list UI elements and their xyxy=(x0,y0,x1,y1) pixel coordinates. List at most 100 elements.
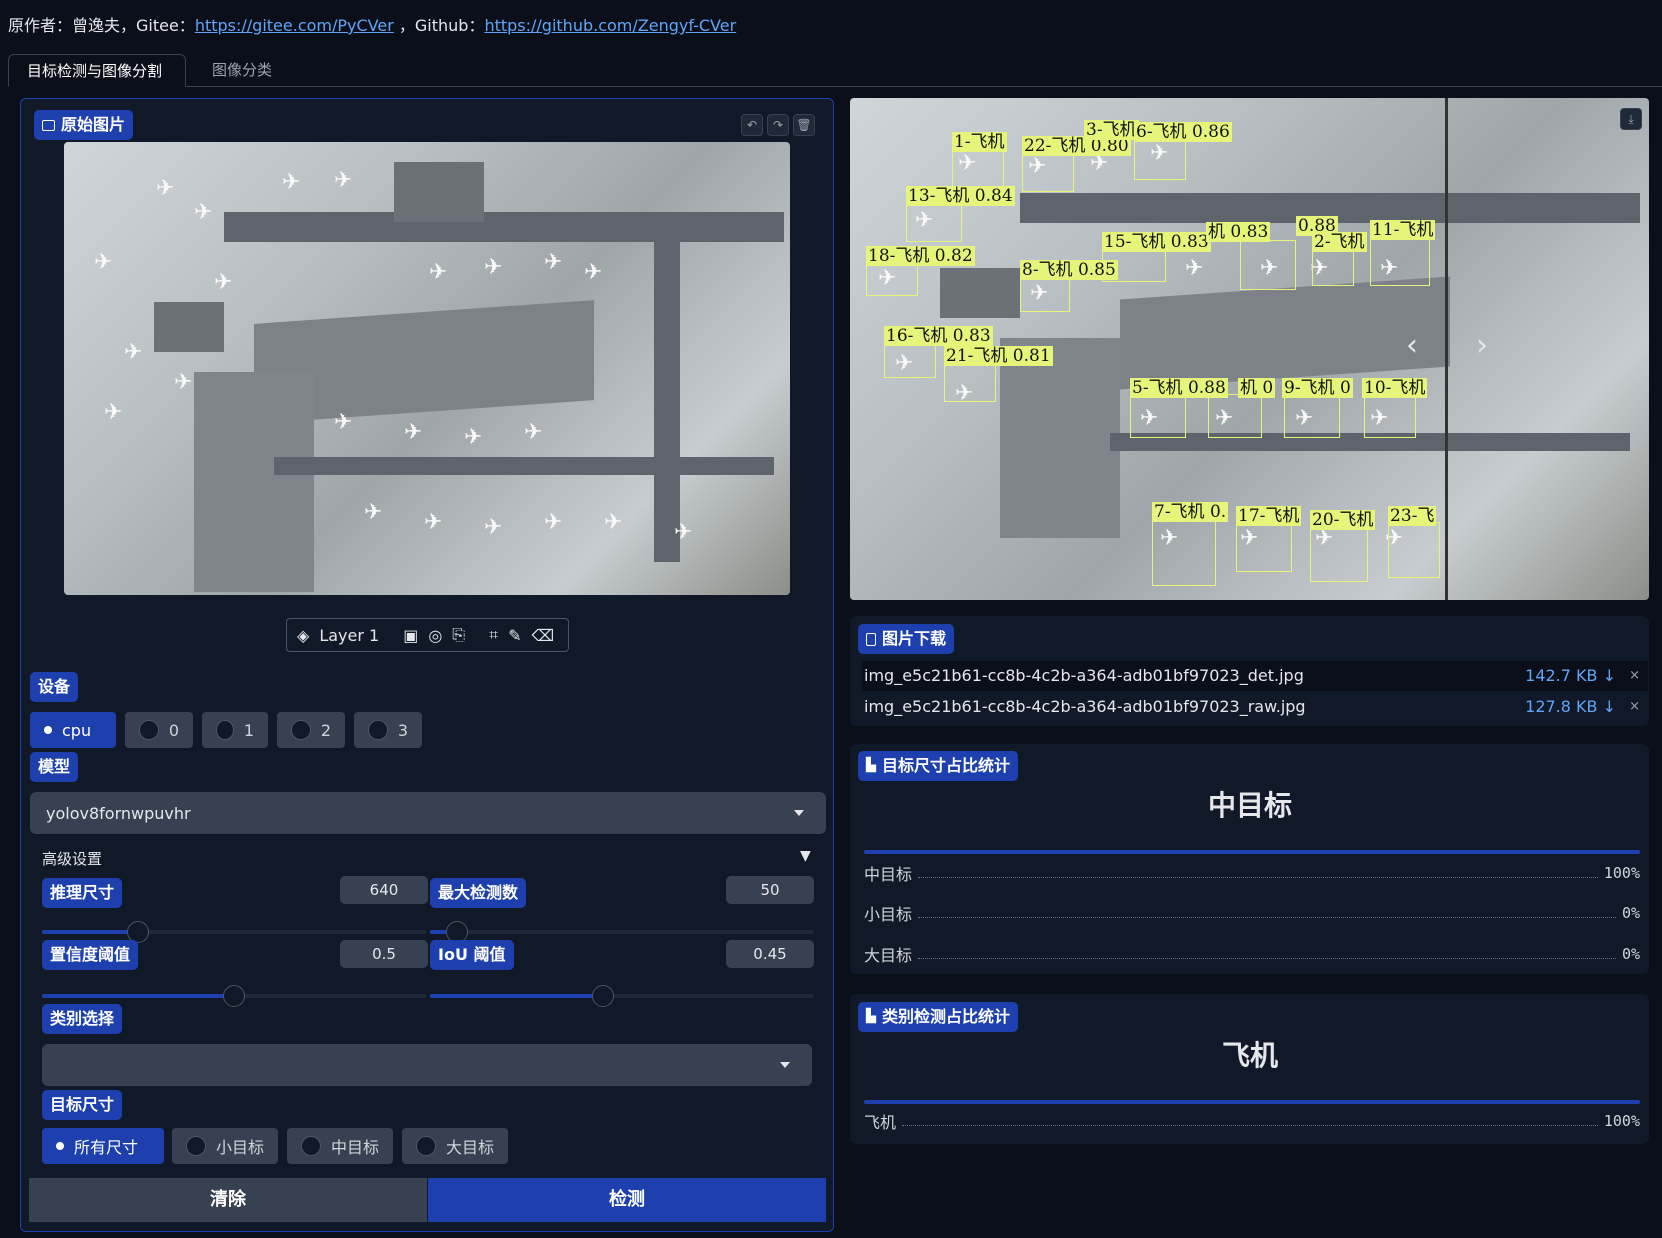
detection-label: 6-飞机 0.86 xyxy=(1134,122,1232,142)
tab-image-classification[interactable]: 图像分类 xyxy=(194,54,290,87)
crop-icon[interactable]: ⌗ xyxy=(489,625,498,645)
stat-pct: 0% xyxy=(1621,945,1640,963)
stat-name: 小目标 xyxy=(864,905,913,924)
gitee-link[interactable]: https://gitee.com/PyCVer xyxy=(195,16,394,35)
class-stats-top: 飞机 xyxy=(1221,1039,1278,1072)
image-editor-toolbar: ◈ Layer 1 ▣ ◎ ⎘ ⌗ ✎ ⌫ xyxy=(286,618,569,652)
confidence-bar xyxy=(864,1100,1640,1104)
device-option-2[interactable]: 2 xyxy=(277,712,345,748)
radio-dot xyxy=(56,1142,64,1150)
infer-size-slider[interactable] xyxy=(42,921,426,943)
detection-label: 机 0 xyxy=(1238,378,1276,398)
prev-arrow-icon[interactable]: ‹ xyxy=(1406,328,1418,363)
webcam-icon[interactable]: ◎ xyxy=(428,626,442,645)
detection-label: 16-飞机 0.83 xyxy=(884,326,993,346)
file-name[interactable]: img_e5c21b61-cc8b-4c2b-a364-adb01bf97023… xyxy=(862,697,1306,716)
slider-knob[interactable] xyxy=(223,985,245,1007)
conf-slider[interactable] xyxy=(42,985,426,1007)
file-row[interactable]: img_e5c21b61-cc8b-4c2b-a364-adb01bf97023… xyxy=(862,661,1648,691)
bbox xyxy=(1310,526,1368,582)
bbox xyxy=(1388,522,1440,578)
bbox xyxy=(952,148,1004,188)
radio-dot xyxy=(291,720,311,740)
infer-size-input[interactable]: 640 xyxy=(340,876,428,904)
detect-button[interactable]: 检测 xyxy=(428,1178,826,1222)
stat-leader xyxy=(918,949,1616,959)
eraser-icon[interactable]: ⌫ xyxy=(532,626,555,645)
model-dropdown[interactable]: yolov8fornwpuvhr xyxy=(30,792,826,834)
clear-button[interactable]: 清除 xyxy=(29,1178,427,1222)
close-icon[interactable]: × xyxy=(1629,661,1640,691)
trash-icon[interactable]: 🗑 xyxy=(793,114,815,136)
upload-image-icon[interactable]: ▣ xyxy=(403,626,418,645)
file-row[interactable]: img_e5c21b61-cc8b-4c2b-a364-adb01bf97023… xyxy=(862,692,1648,722)
chart-icon: ▙ xyxy=(866,758,876,773)
chevron-down-icon xyxy=(780,1062,790,1068)
paste-icon[interactable]: ⎘ xyxy=(452,625,465,645)
detection-label: 10-飞机 xyxy=(1362,378,1428,398)
class-select-dropdown[interactable] xyxy=(42,1044,812,1086)
bbox xyxy=(906,202,962,242)
infer-size-label: 推理尺寸 xyxy=(42,878,123,908)
device-option-3[interactable]: 3 xyxy=(354,712,422,748)
layer-label[interactable]: Layer 1 xyxy=(319,626,379,645)
github-link[interactable]: https://github.com/Zengyf-CVer xyxy=(484,16,736,35)
slider-knob[interactable] xyxy=(591,985,614,1007)
conf-input[interactable]: 0.5 xyxy=(340,940,428,968)
target-size-option-medium[interactable]: 中目标 xyxy=(287,1128,393,1164)
detection-label: 2-飞机 xyxy=(1312,232,1367,252)
max-det-label: 最大检测数 xyxy=(430,878,527,908)
input-image-label: 原始图片 xyxy=(34,110,134,140)
device-option-0[interactable]: 0 xyxy=(125,712,193,748)
stat-row: 飞机 100% xyxy=(864,1108,1640,1134)
file-icon xyxy=(866,632,876,646)
detection-label: 11-飞机 xyxy=(1370,220,1436,240)
target-size-option-large[interactable]: 大目标 xyxy=(402,1128,508,1164)
bbox xyxy=(1240,240,1296,290)
stat-row: 小目标 0% xyxy=(864,900,1640,926)
target-size-option-label: 大目标 xyxy=(446,1138,495,1157)
radio-dot xyxy=(139,720,159,740)
device-option-cpu[interactable]: cpu xyxy=(30,712,116,748)
detection-label: 20-飞机 xyxy=(1310,510,1376,530)
download-label: 图片下载 xyxy=(858,624,955,654)
bbox xyxy=(1208,394,1262,438)
bbox xyxy=(1370,236,1430,286)
author-credit: 原作者：曾逸夫，Gitee：https://gitee.com/PyCVer ，… xyxy=(8,12,736,36)
iou-slider[interactable] xyxy=(430,985,814,1007)
stat-row: 大目标 0% xyxy=(864,941,1640,967)
max-det-input[interactable]: 50 xyxy=(726,876,814,904)
chevron-down-icon xyxy=(794,810,804,816)
file-size[interactable]: 127.8 KB ↓ xyxy=(1525,692,1616,722)
undo-icon[interactable]: ↶ xyxy=(741,114,763,136)
tab-detection-segmentation[interactable]: 目标检测与图像分割 xyxy=(8,54,186,87)
file-size[interactable]: 142.7 KB ↓ xyxy=(1525,661,1616,691)
download-icon[interactable]: ⤓ xyxy=(1620,108,1642,130)
detection-label: 15-飞机 0.83 xyxy=(1102,232,1211,252)
confidence-bar xyxy=(864,850,1640,854)
input-image-canvas[interactable]: ✈ ✈ ✈ ✈ ✈ ✈ ✈ ✈ ✈ ✈ ✈ ✈ ✈ ✈ ✈ ✈ ✈ ✈ ✈ ✈ … xyxy=(64,142,790,595)
radio-dot xyxy=(44,726,52,734)
redo-icon[interactable]: ↷ xyxy=(767,114,789,136)
brush-icon[interactable]: ✎ xyxy=(508,626,521,645)
target-size-option-all[interactable]: 所有尺寸 xyxy=(42,1128,164,1164)
stat-name: 大目标 xyxy=(864,946,913,965)
advanced-settings-header[interactable]: 高级设置 xyxy=(42,848,102,869)
radio-dot xyxy=(368,720,388,740)
bbox xyxy=(1284,394,1340,438)
iou-input[interactable]: 0.45 xyxy=(726,940,814,968)
next-arrow-icon[interactable]: › xyxy=(1476,328,1488,363)
bbox xyxy=(1130,394,1186,438)
target-size-option-small[interactable]: 小目标 xyxy=(172,1128,278,1164)
layers-icon[interactable]: ◈ xyxy=(297,626,309,645)
target-size-label: 目标尺寸 xyxy=(42,1090,123,1120)
device-option-1[interactable]: 1 xyxy=(202,712,268,748)
collapse-triangle-icon[interactable]: ▼ xyxy=(800,848,811,864)
download-label-text: 图片下载 xyxy=(882,629,947,648)
bbox xyxy=(944,362,996,402)
model-value: yolov8fornwpuvhr xyxy=(46,803,191,823)
max-det-slider[interactable] xyxy=(430,921,814,943)
file-name[interactable]: img_e5c21b61-cc8b-4c2b-a364-adb01bf97023… xyxy=(862,666,1304,685)
close-icon[interactable]: × xyxy=(1629,692,1640,722)
bbox xyxy=(1022,152,1074,192)
